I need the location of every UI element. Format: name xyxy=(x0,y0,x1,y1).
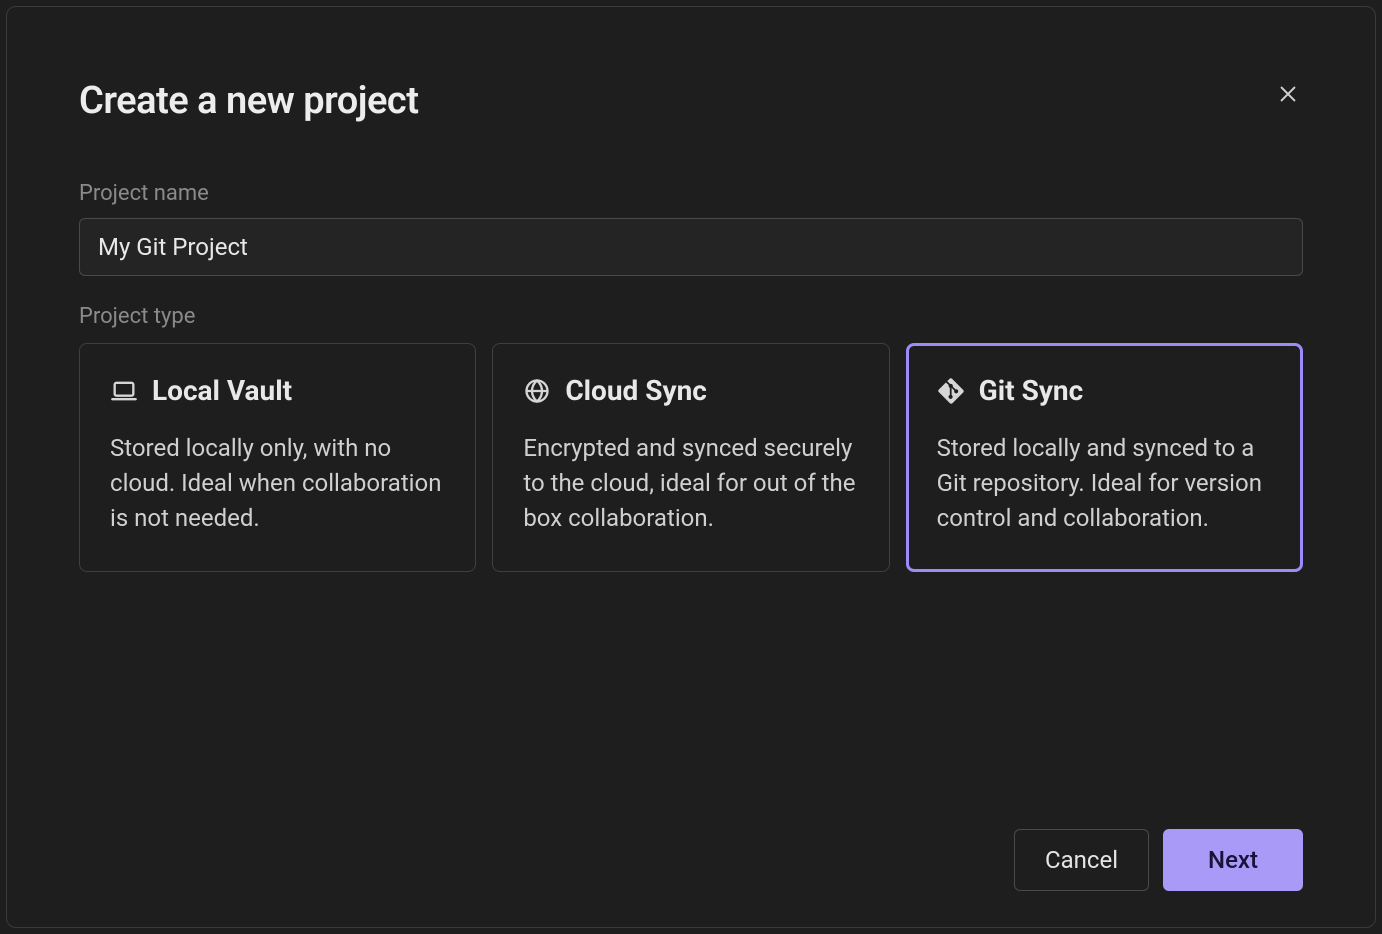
option-description: Stored locally only, with no cloud. Idea… xyxy=(110,431,445,535)
next-button[interactable]: Next xyxy=(1163,829,1303,891)
option-title: Local Vault xyxy=(152,374,292,407)
laptop-icon xyxy=(110,377,138,405)
option-local-vault[interactable]: Local Vault Stored locally only, with no… xyxy=(79,343,476,572)
close-button[interactable] xyxy=(1273,79,1303,112)
close-icon xyxy=(1277,83,1299,108)
project-name-label: Project name xyxy=(79,181,1303,206)
dialog-header: Create a new project xyxy=(79,79,1303,123)
git-icon xyxy=(937,377,965,405)
option-title-row: Local Vault xyxy=(110,374,445,407)
option-description: Encrypted and synced securely to the clo… xyxy=(523,431,858,535)
project-type-label: Project type xyxy=(79,304,1303,329)
option-description: Stored locally and synced to a Git repos… xyxy=(937,431,1272,535)
option-git-sync[interactable]: Git Sync Stored locally and synced to a … xyxy=(906,343,1303,572)
create-project-dialog: Create a new project Project name Projec… xyxy=(6,6,1376,928)
dialog-footer: Cancel Next xyxy=(79,789,1303,891)
project-name-group: Project name xyxy=(79,181,1303,276)
cancel-button[interactable]: Cancel xyxy=(1014,829,1149,891)
option-title-row: Git Sync xyxy=(937,374,1272,407)
project-type-options: Local Vault Stored locally only, with no… xyxy=(79,343,1303,572)
option-title: Git Sync xyxy=(979,374,1084,407)
project-name-input[interactable] xyxy=(79,218,1303,276)
dialog-title: Create a new project xyxy=(79,79,418,123)
option-cloud-sync[interactable]: Cloud Sync Encrypted and synced securely… xyxy=(492,343,889,572)
option-title-row: Cloud Sync xyxy=(523,374,858,407)
option-title: Cloud Sync xyxy=(565,374,707,407)
globe-icon xyxy=(523,377,551,405)
